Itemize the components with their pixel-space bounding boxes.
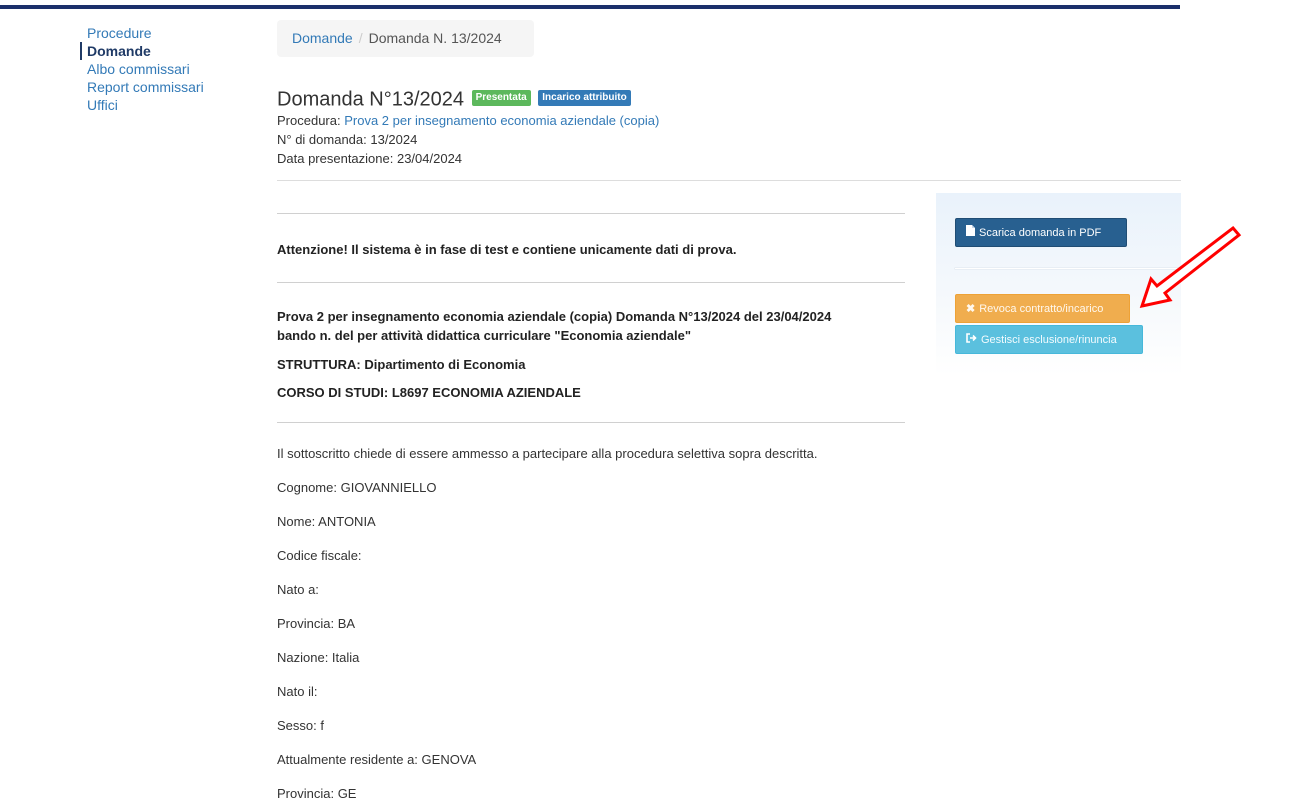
- revoca-contratto-button[interactable]: ✖ Revoca contratto/incarico: [955, 294, 1130, 323]
- close-icon: ✖: [966, 303, 976, 315]
- struttura-text: STRUTTURA: Dipartimento di Economia: [277, 357, 526, 372]
- top-bar: [0, 5, 1180, 9]
- download-pdf-button[interactable]: Scarica domanda in PDF: [955, 218, 1127, 247]
- field-nato-il: Nato il:: [277, 684, 318, 699]
- assignment-badge: Incarico attribuito: [538, 89, 631, 106]
- test-warning: Attenzione! Il sistema è in fase di test…: [277, 242, 737, 257]
- sidebar-item-albo-commissari[interactable]: Albo commissari: [80, 60, 204, 78]
- corso-text: CORSO DI STUDI: L8697 ECONOMIA AZIENDALE: [277, 385, 581, 400]
- field-cognome: Cognome: GIOVANNIELLO: [277, 480, 437, 495]
- sidebar-item-uffici[interactable]: Uffici: [80, 96, 204, 114]
- breadcrumb: Domande / Domanda N. 13/2024: [277, 20, 534, 57]
- revoca-label: Revoca contratto/incarico: [979, 303, 1104, 315]
- procedure-description-line: bando n. del per attività didattica curr…: [277, 328, 691, 343]
- field-residenza: Attualmente residente a: GENOVA: [277, 752, 477, 767]
- presentation-date: Data presentazione: 23/04/2024: [277, 150, 463, 166]
- field-sesso: Sesso: f: [277, 718, 324, 733]
- procedura-label: Procedura:: [277, 112, 341, 128]
- request-intro: Il sottoscritto chiede di essere ammesso…: [277, 446, 818, 461]
- header-divider: [277, 180, 1181, 181]
- page-title: Domanda N°13/2024: [277, 88, 465, 111]
- field-codice-fiscale: Codice fiscale:: [277, 548, 362, 563]
- field-provincia-nascita: Provincia: BA: [277, 616, 356, 631]
- procedura-link[interactable]: Prova 2 per insegnamento economia aziend…: [344, 113, 659, 128]
- sidebar-item-domande[interactable]: Domande: [80, 42, 204, 60]
- breadcrumb-separator: /: [358, 30, 363, 46]
- field-nato-a: Nato a:: [277, 582, 319, 597]
- divider: [277, 282, 905, 283]
- sidebar-item-procedure[interactable]: Procedure: [80, 24, 204, 42]
- sidebar: Procedure Domande Albo commissari Report…: [80, 24, 204, 114]
- breadcrumb-domande-link[interactable]: Domande: [292, 30, 353, 46]
- procedure-description: Prova 2 per insegnamento economia aziend…: [277, 307, 905, 345]
- divider: [277, 422, 905, 423]
- procedura-line: Procedura: Prova 2 per insegnamento econ…: [277, 111, 659, 130]
- domanda-body: Attenzione! Il sistema è in fase di test…: [277, 213, 905, 803]
- gestisci-label: Gestisci esclusione/rinuncia: [981, 334, 1117, 346]
- file-icon: [966, 219, 975, 248]
- status-badge: Presentata: [471, 89, 531, 106]
- red-arrow-icon: [1139, 225, 1242, 309]
- breadcrumb-current: Domanda N. 13/2024: [368, 30, 502, 46]
- gestisci-esclusione-button[interactable]: Gestisci esclusione/rinuncia: [955, 325, 1143, 354]
- page-header: Domanda N°13/2024 Presentata Incarico at…: [277, 88, 659, 168]
- sidebar-item-report-commissari[interactable]: Report commissari: [80, 78, 204, 96]
- procedure-description-line: Prova 2 per insegnamento economia aziend…: [277, 309, 832, 324]
- field-nome: Nome: ANTONIA: [277, 514, 376, 529]
- domanda-number: N° di domanda: 13/2024: [277, 131, 418, 147]
- sign-out-icon: [966, 326, 977, 355]
- field-nazione: Nazione: Italia: [277, 650, 360, 665]
- download-pdf-label: Scarica domanda in PDF: [979, 227, 1102, 239]
- divider: [277, 213, 905, 214]
- field-provincia-residenza: Provincia: GE: [277, 786, 357, 801]
